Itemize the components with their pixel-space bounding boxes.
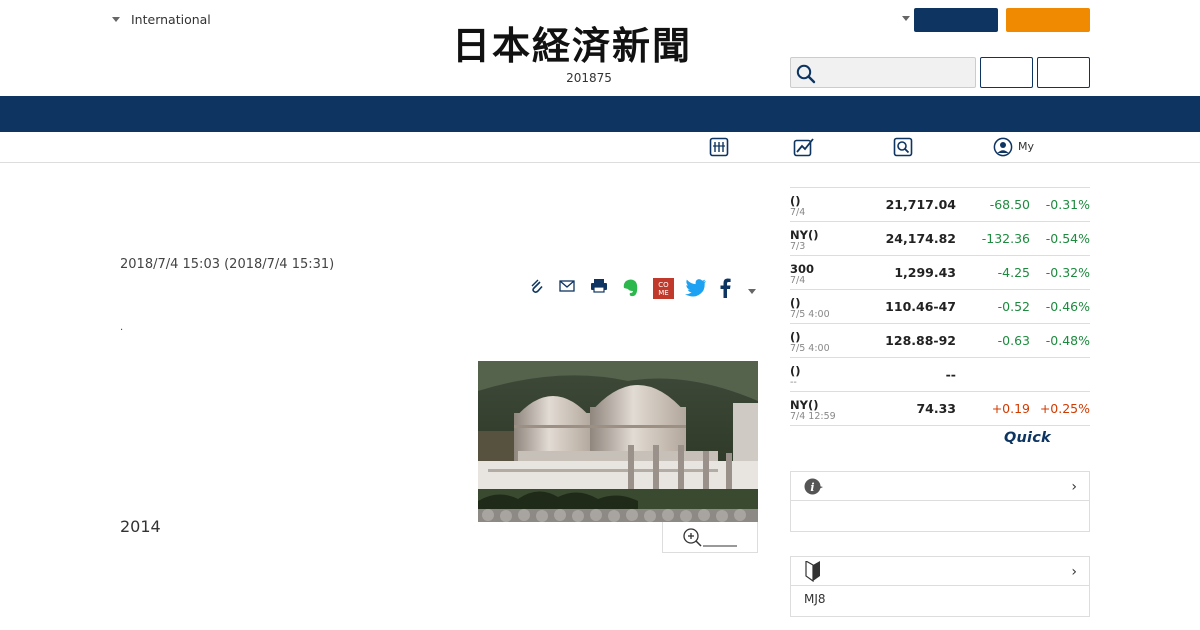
info-box[interactable]: i › xyxy=(790,471,1090,532)
market-time: -- xyxy=(790,377,797,388)
market-price: 21,717.04 xyxy=(885,197,956,212)
market-percent: -0.32% xyxy=(1045,265,1090,280)
svg-text:CO: CO xyxy=(658,281,669,289)
market-name: () xyxy=(790,330,801,344)
market-name: () xyxy=(790,194,801,208)
market-row[interactable]: () 7/4 21,717.04 -68.50 -0.31% xyxy=(790,188,1090,222)
photo-enlarge-button[interactable] xyxy=(662,522,758,553)
more-dropdown-icon[interactable] xyxy=(748,289,756,294)
advanced-search-button[interactable] xyxy=(1037,57,1090,88)
info-box-header[interactable]: i › xyxy=(791,472,1089,501)
market-price: 110.46-47 xyxy=(885,299,956,314)
market-time: 7/4 12:59 xyxy=(790,411,836,422)
market-change: +0.19 xyxy=(991,401,1030,416)
market-percent: +0.25% xyxy=(1039,401,1090,416)
market-time: 7/5 4:00 xyxy=(790,309,830,320)
market-percent: -0.54% xyxy=(1045,231,1090,246)
edition-label: International xyxy=(131,12,211,27)
chevron-right-icon: › xyxy=(1071,479,1077,495)
market-name: () xyxy=(790,296,801,310)
svg-text:ME: ME xyxy=(658,289,668,297)
article-text-year: 2014 xyxy=(120,517,161,536)
market-change: -0.52 xyxy=(997,299,1030,314)
svg-text:i: i xyxy=(810,481,814,494)
search-button[interactable] xyxy=(980,57,1033,88)
logo-text: 日本経済新聞 xyxy=(452,23,693,68)
nuclear-plant-photo xyxy=(478,361,758,522)
subnav-divider xyxy=(0,162,1200,163)
search-screen-icon[interactable] xyxy=(893,137,913,161)
print-icon[interactable] xyxy=(590,278,608,298)
market-percent: -0.48% xyxy=(1045,333,1090,348)
market-time: 7/4 xyxy=(790,207,806,218)
facebook-icon[interactable] xyxy=(719,278,731,302)
beginner-box-header[interactable]: › xyxy=(791,557,1089,586)
market-percent: -0.46% xyxy=(1045,299,1090,314)
market-percent: -0.31% xyxy=(1045,197,1090,212)
market-change: -68.50 xyxy=(989,197,1030,212)
subscribe-button[interactable] xyxy=(1006,8,1090,32)
zoom-in-icon xyxy=(683,528,737,547)
market-price: 1,299.43 xyxy=(894,265,956,280)
market-row[interactable]: 300 7/4 1,299.43 -4.25 -0.32% xyxy=(790,256,1090,290)
market-name: 300 xyxy=(790,262,815,276)
issue-number: 201875 xyxy=(566,71,612,85)
come-icon[interactable]: CO ME xyxy=(653,278,674,303)
twitter-icon[interactable] xyxy=(685,278,707,302)
market-time: 7/5 4:00 xyxy=(790,343,830,354)
market-price: 128.88-92 xyxy=(885,333,956,348)
quick-logo[interactable]: Quick xyxy=(1004,430,1051,446)
edition-selector[interactable]: International xyxy=(112,12,211,27)
market-time: 7/3 xyxy=(790,241,806,252)
market-name: NY() xyxy=(790,228,819,242)
article-lead: . xyxy=(120,322,124,333)
article-date: 2018/7/4 15:03 (2018/7/4 15:31) xyxy=(120,257,335,272)
chart-icon[interactable] xyxy=(793,137,815,161)
market-price: 74.33 xyxy=(916,401,956,416)
main-navigation-bar[interactable] xyxy=(0,96,1200,132)
clip-icon[interactable] xyxy=(529,278,545,300)
login-button[interactable] xyxy=(914,8,998,32)
article-photo[interactable] xyxy=(478,361,758,522)
chevron-right-icon: › xyxy=(1071,564,1077,580)
market-name: NY() xyxy=(790,398,819,412)
market-name: () xyxy=(790,364,801,378)
evernote-icon[interactable] xyxy=(622,278,640,302)
portfolio-icon[interactable] xyxy=(709,137,729,161)
market-price: 24,174.82 xyxy=(885,231,956,246)
beginner-mark-icon xyxy=(805,561,820,582)
market-row[interactable]: NY() 7/3 24,174.82 -132.36 -0.54% xyxy=(790,222,1090,256)
chevron-down-icon xyxy=(112,17,120,22)
market-row[interactable]: () -- -- xyxy=(790,358,1090,392)
market-change: -0.63 xyxy=(997,333,1030,348)
market-row[interactable]: NY() 7/4 12:59 74.33 +0.19 +0.25% xyxy=(790,392,1090,426)
market-change: -4.25 xyxy=(997,265,1030,280)
market-row[interactable]: () 7/5 4:00 128.88-92 -0.63 -0.48% xyxy=(790,324,1090,358)
market-row[interactable]: () 7/5 4:00 110.46-47 -0.52 -0.46% xyxy=(790,290,1090,324)
info-icon: i xyxy=(804,478,823,495)
my-page-label[interactable]: My xyxy=(1018,140,1034,153)
user-icon[interactable] xyxy=(993,137,1013,161)
market-change: -132.36 xyxy=(981,231,1030,246)
search-icon xyxy=(796,64,816,84)
site-logo[interactable]: 日本経済新聞 xyxy=(452,24,748,68)
market-time: 7/4 xyxy=(790,275,806,286)
beginner-box[interactable]: › MJ8 xyxy=(790,556,1090,617)
market-price: -- xyxy=(945,367,956,382)
header-dropdown-icon[interactable] xyxy=(902,16,910,21)
search-input[interactable] xyxy=(790,57,976,88)
mail-icon[interactable] xyxy=(559,278,575,297)
beginner-box-text: MJ8 xyxy=(804,592,826,606)
